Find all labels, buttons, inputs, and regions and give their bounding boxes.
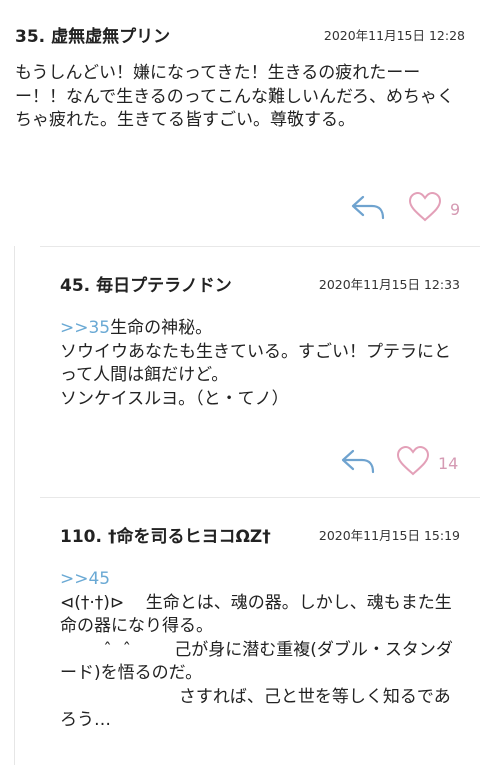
post-date: 2020年11月15日 15:19: [318, 528, 460, 543]
post-author: 虚無虚無プリン: [51, 27, 171, 47]
reply-icon[interactable]: [340, 447, 376, 479]
post-text: ⊲(†·†)⊳ 生命とは、魂の器。しかし、魂もまた生命の器になり得る。 ˆ ˆ …: [60, 592, 453, 731]
reply-anchor-link[interactable]: >>45: [60, 568, 460, 592]
post-actions: 14: [340, 445, 459, 480]
post-author: †命を司るヒヨコΩZ†: [107, 527, 271, 547]
post-actions: 9: [350, 191, 461, 226]
like-count: 14: [438, 453, 459, 473]
post-45: 45. 毎日プテラノドン 2020年11月15日 12:33 >>35生命の神秘。…: [60, 271, 460, 411]
post-body: >>35生命の神秘。 ソウイウあなたも生きている。すごい！プテラにとって人間は餌…: [60, 317, 460, 411]
reply-anchor-link[interactable]: >>35: [60, 318, 110, 338]
divider: [40, 246, 480, 247]
divider: [40, 497, 480, 498]
post-body: >>45 ⊲(†·†)⊳ 生命とは、魂の器。しかし、魂もまた生命の器になり得る。 …: [60, 568, 460, 733]
post-author: 毎日プテラノドン: [96, 276, 232, 296]
post-110: 110. †命を司るヒヨコΩZ† 2020年11月15日 15:19 >>45 ⊲(…: [60, 522, 460, 733]
reply-icon[interactable]: [350, 193, 386, 225]
post-date: 2020年11月15日 12:28: [323, 28, 465, 43]
post-body: もうしんどい！嫌になってきた！生きるの疲れたーーー！！なんで生きるのってこんな難…: [15, 63, 454, 130]
post-header: 45. 毎日プテラノドン 2020年11月15日 12:33: [60, 271, 460, 301]
heart-icon[interactable]: [396, 445, 430, 480]
post-number: 110.: [60, 527, 102, 547]
post-number: 35.: [15, 27, 46, 47]
post-date: 2020年11月15日 12:33: [318, 277, 460, 292]
heart-icon[interactable]: [408, 191, 442, 226]
post-header: 35. 虚無虚無プリン 2020年11月15日 12:28: [15, 22, 465, 52]
like-count: 9: [450, 199, 461, 219]
post-number: 45.: [60, 276, 91, 296]
post-text: 生命の神秘。 ソウイウあなたも生きている。すごい！プテラにとって人間は餌だけど。…: [60, 318, 451, 409]
post-35: 35. 虚無虚無プリン 2020年11月15日 12:28 もうしんどい！嫌になっ…: [15, 22, 465, 133]
reply-thread-line: [14, 246, 15, 765]
post-header: 110. †命を司るヒヨコΩZ† 2020年11月15日 15:19: [60, 522, 460, 552]
